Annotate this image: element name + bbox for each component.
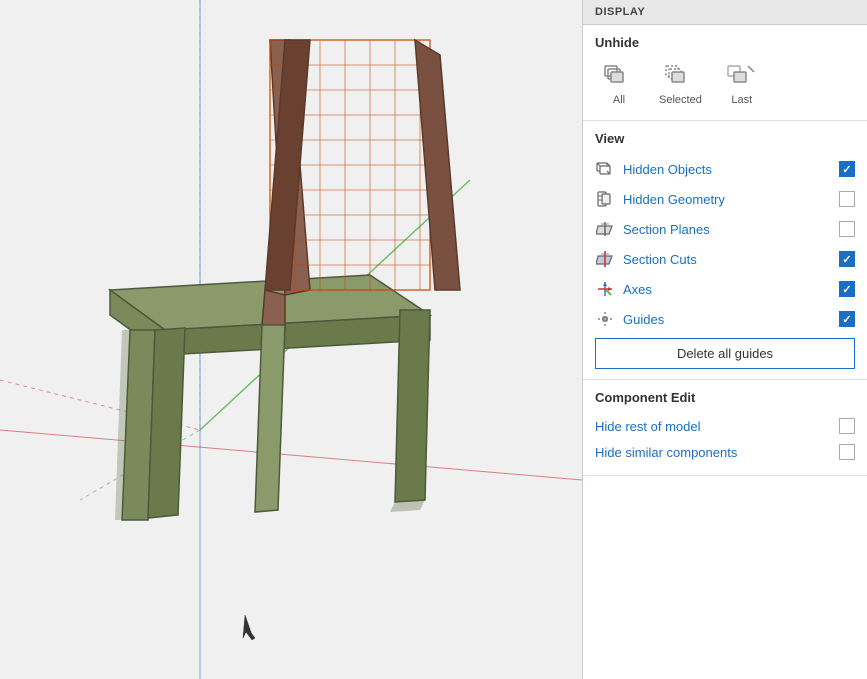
section-cuts-checkbox[interactable] <box>839 251 855 267</box>
component-edit-title: Component Edit <box>595 390 855 405</box>
hide-similar-label[interactable]: Hide similar components <box>595 445 831 460</box>
unhide-last-icon <box>726 62 758 90</box>
section-planes-label[interactable]: Section Planes <box>623 222 831 237</box>
hide-rest-checkbox[interactable] <box>839 418 855 434</box>
component-edit-section: Component Edit Hide rest of model Hide s… <box>583 380 867 476</box>
section-cuts-label[interactable]: Section Cuts <box>623 252 831 267</box>
hidden-geometry-item: Hidden Geometry <box>595 184 855 214</box>
hidden-objects-label[interactable]: Hidden Objects <box>623 162 831 177</box>
view-title: View <box>595 131 855 146</box>
section-cuts-item: Section Cuts <box>595 244 855 274</box>
unhide-title: Unhide <box>595 35 855 50</box>
hidden-geometry-label[interactable]: Hidden Geometry <box>623 192 831 207</box>
hidden-objects-checkbox[interactable] <box>839 161 855 177</box>
delete-guides-button[interactable]: Delete all guides <box>595 338 855 369</box>
guides-item: Guides <box>595 304 855 334</box>
axes-item: Axes <box>595 274 855 304</box>
guides-icon <box>595 309 615 329</box>
unhide-selected-button[interactable]: Selected <box>651 58 710 110</box>
section-cuts-icon <box>595 249 615 269</box>
section-planes-checkbox[interactable] <box>839 221 855 237</box>
guides-label[interactable]: Guides <box>623 312 831 327</box>
hidden-objects-icon <box>595 159 615 179</box>
unhide-selected-icon <box>664 62 696 90</box>
axes-label[interactable]: Axes <box>623 282 831 297</box>
unhide-last-button[interactable]: Last <box>718 58 766 110</box>
section-planes-icon <box>595 219 615 239</box>
unhide-section: Unhide All Selected <box>583 25 867 121</box>
hide-rest-item: Hide rest of model <box>595 413 855 439</box>
guides-checkbox[interactable] <box>839 311 855 327</box>
view-section: View Hidden Objects <box>583 121 867 380</box>
unhide-all-button[interactable]: All <box>595 58 643 110</box>
hidden-geometry-checkbox[interactable] <box>839 191 855 207</box>
section-planes-item: Section Planes <box>595 214 855 244</box>
hide-similar-checkbox[interactable] <box>839 444 855 460</box>
3d-viewport[interactable] <box>0 0 582 679</box>
hidden-geometry-icon <box>595 189 615 209</box>
hidden-objects-item: Hidden Objects <box>595 154 855 184</box>
hide-rest-label[interactable]: Hide rest of model <box>595 419 831 434</box>
unhide-buttons-row: All Selected Last <box>595 58 855 110</box>
unhide-all-icon <box>603 62 635 90</box>
axes-icon <box>595 279 615 299</box>
panel-header: DISPLAY <box>583 0 867 25</box>
display-panel: DISPLAY Unhide All Selecte <box>582 0 867 679</box>
hide-similar-item: Hide similar components <box>595 439 855 465</box>
axes-checkbox[interactable] <box>839 281 855 297</box>
